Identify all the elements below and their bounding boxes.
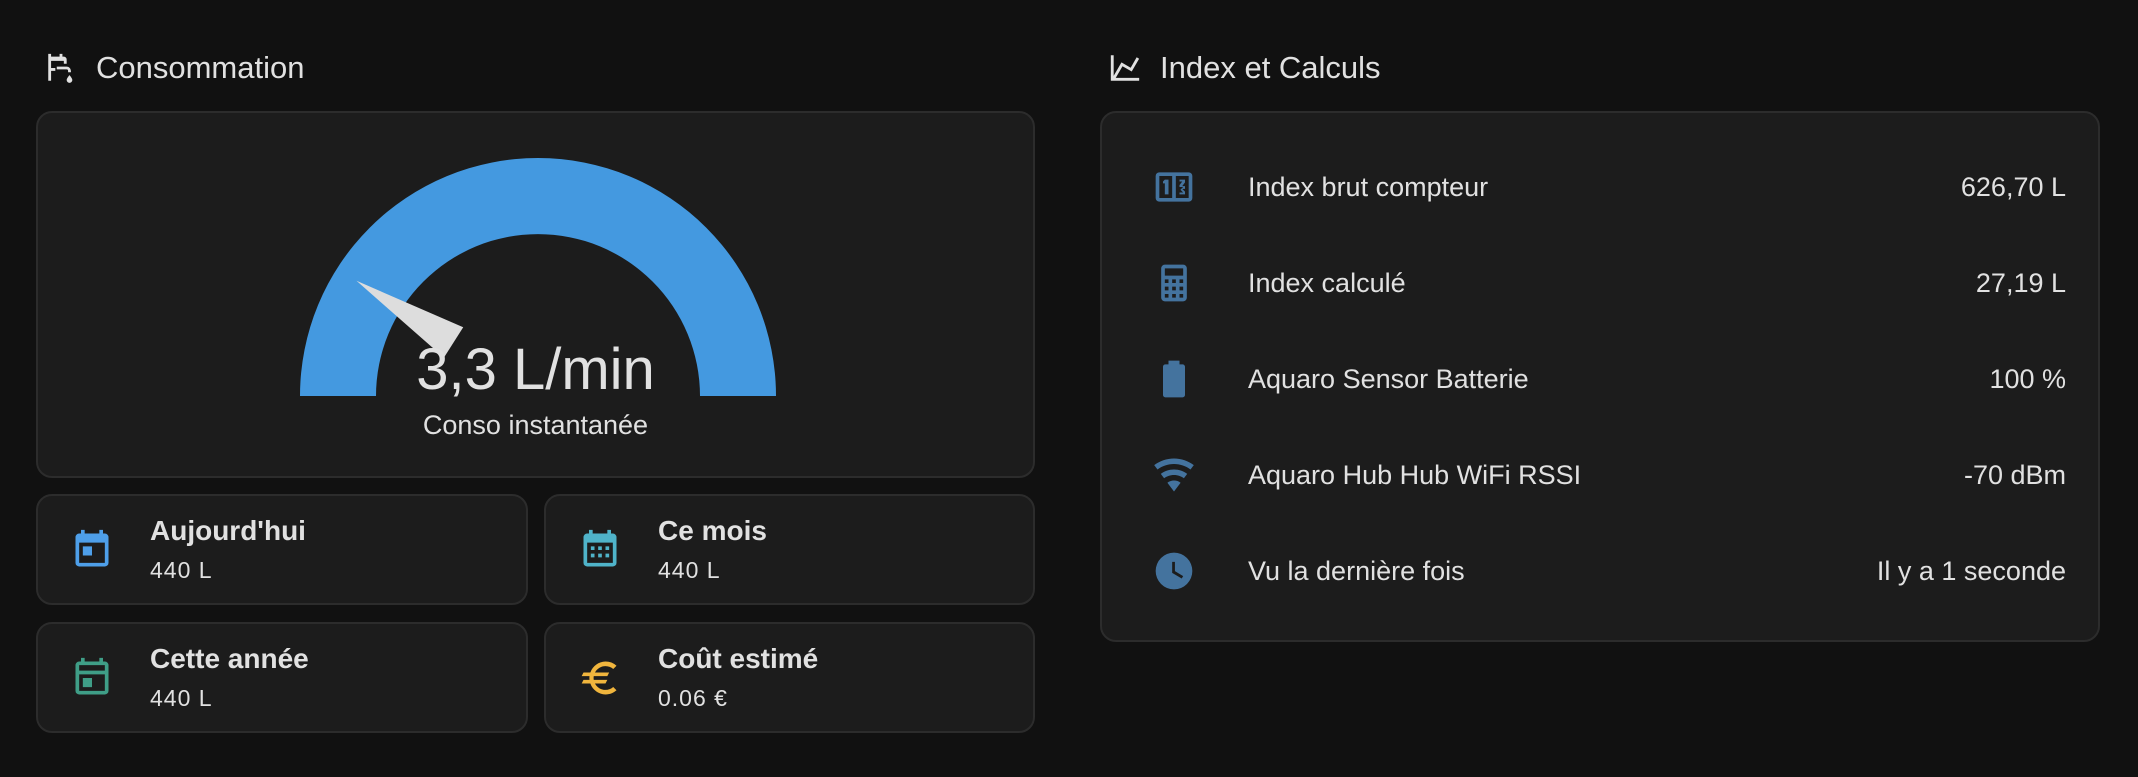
tile-value: 440 L bbox=[150, 685, 213, 711]
entity-state: 27,19 L bbox=[1975, 267, 2066, 298]
counter-icon bbox=[1152, 165, 1196, 209]
tile-name: Cette année bbox=[150, 643, 309, 674]
entity-name: Aquaro Sensor Batterie bbox=[1248, 363, 1529, 394]
tile-cette-annee[interactable]: Cette année 440 L bbox=[36, 622, 528, 733]
water-pump-icon bbox=[48, 53, 73, 83]
tile-value: 440 L bbox=[150, 557, 213, 583]
entity-name: Index calculé bbox=[1248, 267, 1406, 298]
section-title-index: Index et Calculs bbox=[1160, 50, 1381, 85]
entity-state: -70 dBm bbox=[1963, 459, 2066, 490]
entity-name: Aquaro Hub Hub WiFi RSSI bbox=[1248, 459, 1582, 490]
entity-row-wifi-rssi[interactable]: Aquaro Hub Hub WiFi RSSI -70 dBm bbox=[1102, 427, 2098, 523]
wifi-icon bbox=[1152, 453, 1196, 497]
calendar-today-icon bbox=[70, 528, 114, 572]
entity-row-batterie[interactable]: Aquaro Sensor Batterie 100 % bbox=[1102, 331, 2098, 427]
tile-cout-estime[interactable]: Coût estimé 0.06 € bbox=[544, 622, 1035, 733]
tile-ce-mois[interactable]: Ce mois 440 L bbox=[544, 494, 1035, 605]
chart-line-icon bbox=[1110, 55, 1140, 81]
index-header: Index et Calculs bbox=[1108, 46, 1381, 90]
calculator-icon bbox=[1152, 261, 1196, 305]
tile-aujourdhui[interactable]: Aujourd'hui 440 L bbox=[36, 494, 528, 605]
entity-row-index-calcule[interactable]: Index calculé 27,19 L bbox=[1102, 235, 2098, 331]
gauge-caption: Conso instantanée bbox=[422, 410, 649, 440]
gauge-value: 3,3 L/min bbox=[416, 337, 655, 402]
currency-eur-icon bbox=[578, 656, 622, 700]
entity-state: 626,70 L bbox=[1960, 171, 2066, 202]
tile-value: 440 L bbox=[658, 557, 721, 583]
battery-icon bbox=[1152, 357, 1196, 401]
consommation-header: Consommation bbox=[44, 46, 304, 90]
entity-row-vu-derniere-fois[interactable]: Vu la dernière fois Il y a 1 seconde bbox=[1102, 523, 2098, 619]
entity-row-index-brut[interactable]: Index brut compteur 626,70 L bbox=[1102, 139, 2098, 235]
section-title-consommation: Consommation bbox=[96, 50, 305, 85]
clock-icon bbox=[1152, 549, 1196, 593]
entities-card: Index brut compteur 626,70 L Index calcu… bbox=[1100, 111, 2100, 642]
calendar-month-icon bbox=[578, 528, 622, 572]
entity-name: Vu la dernière fois bbox=[1248, 555, 1465, 586]
entity-state: Il y a 1 seconde bbox=[1876, 555, 2066, 586]
tile-name: Coût estimé bbox=[658, 643, 819, 674]
tile-value: 0.06 € bbox=[658, 685, 728, 711]
tile-name: Aujourd'hui bbox=[150, 515, 306, 546]
entity-state: 100 % bbox=[1989, 363, 2066, 394]
entity-name: Index brut compteur bbox=[1248, 171, 1489, 202]
tile-name: Ce mois bbox=[658, 515, 767, 546]
calendar-range-icon bbox=[70, 656, 114, 700]
